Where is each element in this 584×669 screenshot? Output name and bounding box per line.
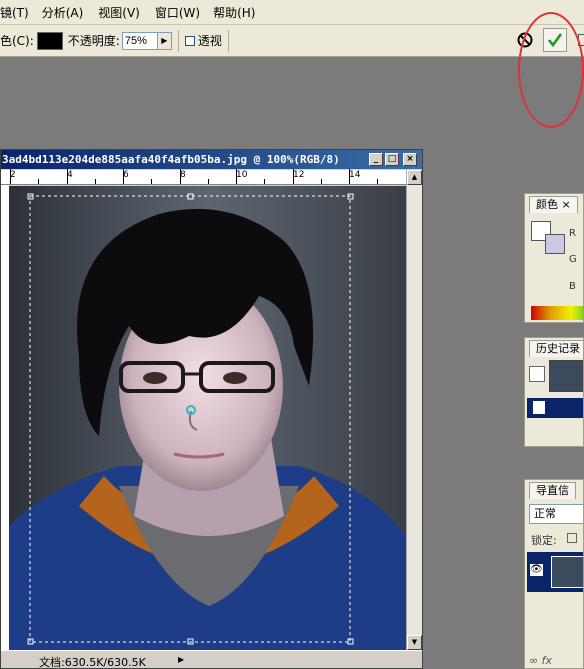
lock-transparency-icon[interactable] xyxy=(567,533,577,543)
options-bar: 色(C): 不透明度: ▶ 透视 xyxy=(0,25,584,57)
scroll-down-button[interactable]: ▼ xyxy=(407,635,422,650)
channel-b-label: B xyxy=(569,281,576,292)
status-bar: 文档:630.5K/630.5K ▶ xyxy=(1,650,422,669)
tab-history[interactable]: 历史记录 xyxy=(529,340,583,357)
transparency-checkbox[interactable] xyxy=(184,35,195,46)
channel-r-label: R xyxy=(569,228,576,239)
eye-icon[interactable]: 👁 xyxy=(530,564,543,576)
maximize-button[interactable]: □ xyxy=(385,153,399,166)
menu-analysis[interactable]: 分析(A) xyxy=(42,4,93,21)
menu-help[interactable]: 帮助(H) xyxy=(213,4,264,21)
tab-color-label: 颜色 xyxy=(536,198,558,211)
history-snapshot-thumbnail[interactable] xyxy=(549,360,583,392)
status-menu-arrow[interactable]: ▶ xyxy=(178,654,190,666)
horizontal-ruler: 2 4 6 8 10 12 14 xyxy=(1,169,406,185)
ruler-label: 14 xyxy=(349,170,361,180)
divider xyxy=(227,29,229,52)
tab-layers-label: 导直信 xyxy=(536,484,569,497)
opacity-label: 不透明度: xyxy=(67,34,120,48)
color-label: 色(C): xyxy=(0,34,34,48)
background-color-swatch[interactable] xyxy=(545,234,565,254)
menu-bar: 镜(T) 分析(A) 视图(V) 窗口(W) 帮助(H) xyxy=(0,0,584,25)
transparency-label: 透视 xyxy=(197,34,222,48)
layer-thumbnail xyxy=(551,556,583,588)
scroll-up-button[interactable]: ▲ xyxy=(407,170,422,185)
lock-label: 锁定: xyxy=(531,534,557,547)
color-panel: 颜色 × R G B xyxy=(524,193,584,323)
blend-mode-select[interactable]: 正常 xyxy=(529,504,583,524)
tab-layers[interactable]: 导直信 xyxy=(529,482,576,499)
image-canvas[interactable] xyxy=(9,186,406,650)
history-state-icon xyxy=(533,401,545,414)
document-title: 3ad4bd113e204de885aafa40f4afb05ba.jpg @ … xyxy=(1,150,422,169)
opacity-dropdown-arrow[interactable]: ▶ xyxy=(157,31,172,50)
ruler-label: 12 xyxy=(293,170,305,180)
layers-panel: 导直信 正常 锁定: 👁 ∞ fx xyxy=(524,479,584,669)
minimize-button[interactable]: _ xyxy=(369,153,383,166)
menu-view[interactable]: 视图(V) xyxy=(98,4,149,21)
color-swatch[interactable] xyxy=(36,31,63,50)
annotation-circle xyxy=(518,12,584,128)
tab-history-label: 历史记录 xyxy=(536,342,580,355)
menu-filter[interactable]: 镜(T) xyxy=(0,4,38,21)
opacity-input[interactable] xyxy=(121,31,158,50)
menu-window[interactable]: 窗口(W) xyxy=(155,4,209,21)
portrait-image xyxy=(9,186,406,650)
divider xyxy=(177,29,179,52)
layer-link-icon[interactable]: ∞ fx xyxy=(529,654,552,667)
document-window: 3ad4bd113e204de885aafa40f4afb05ba.jpg @ … xyxy=(0,149,423,669)
history-panel: 历史记录 xyxy=(524,337,584,447)
color-spectrum-bar[interactable] xyxy=(531,306,583,320)
vertical-scrollbar[interactable]: ▲ ▼ xyxy=(406,170,422,650)
history-state-row[interactable] xyxy=(527,398,583,418)
history-brush-icon[interactable] xyxy=(529,366,545,382)
channel-g-label: G xyxy=(569,254,577,265)
vertical-ruler xyxy=(1,185,9,650)
layer-row[interactable]: 👁 xyxy=(527,552,583,592)
ruler-label: 10 xyxy=(236,170,248,180)
document-size-status: 文档:630.5K/630.5K xyxy=(39,656,146,669)
close-button[interactable]: × xyxy=(403,153,417,166)
tab-color[interactable]: 颜色 × xyxy=(529,196,578,213)
